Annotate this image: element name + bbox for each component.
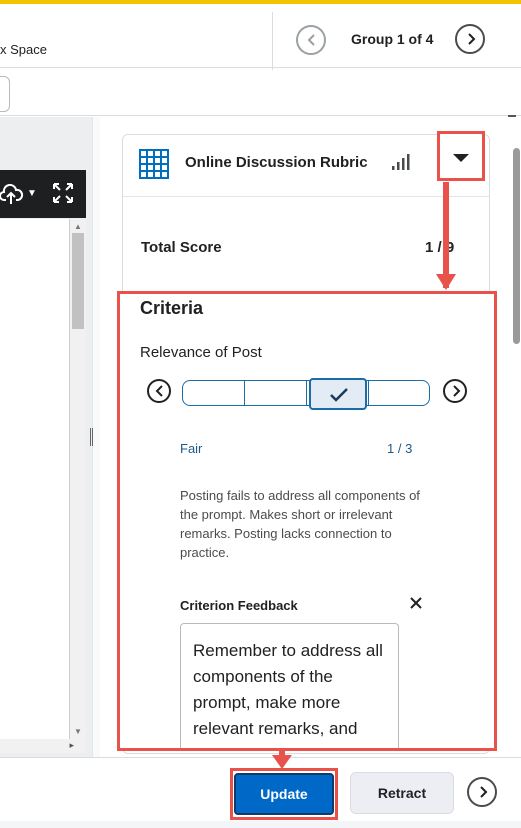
pane-splitter[interactable]: [92, 117, 100, 757]
header-bar: x Space Group 1 of 4: [0, 4, 521, 70]
viewer-vertical-scrollbar[interactable]: ▲ ▼: [70, 219, 86, 739]
breadcrumb[interactable]: x Space: [0, 42, 47, 57]
callout-arrow-head: [436, 274, 456, 290]
sub-toolbar: [0, 68, 521, 116]
group-label: Group 1 of 4: [351, 31, 434, 47]
caret-down-icon[interactable]: ▼: [27, 188, 37, 199]
criterion-feedback-input[interactable]: Remember to address all components of th…: [180, 623, 399, 748]
callout-arrow-shaft: [443, 182, 449, 288]
header-divider: [272, 12, 273, 70]
partial-control[interactable]: [0, 76, 10, 112]
chevron-left-icon: [155, 385, 163, 397]
update-button[interactable]: Update: [234, 773, 334, 815]
next-student-button[interactable]: [467, 777, 497, 807]
viewer-horizontal-scrollbar[interactable]: ▸: [0, 739, 86, 753]
splitter-grip-icon[interactable]: [90, 428, 93, 446]
level-description: Posting fails to address all components …: [180, 488, 420, 560]
checkmark-icon: [330, 388, 348, 402]
chevron-right-icon: [453, 385, 461, 397]
evaluation-screen: { "header": { "breadcrumb": "x Space", "…: [0, 0, 521, 828]
rubric-title: Online Discussion Rubric: [185, 154, 368, 171]
rubric-expand-toggle[interactable]: [437, 131, 485, 181]
total-score-label: Total Score: [141, 239, 222, 256]
chevron-left-icon: [307, 34, 315, 46]
previous-group-button[interactable]: [296, 25, 326, 55]
criterion-name: Relevance of Post: [140, 344, 262, 361]
criterion-feedback-label: Criterion Feedback: [180, 598, 298, 613]
signal-bars-icon: [392, 154, 410, 170]
close-icon[interactable]: [409, 596, 423, 610]
level-separator: [368, 381, 369, 405]
level-separator: [306, 381, 307, 405]
expand-icon[interactable]: [51, 181, 75, 205]
rubric-header[interactable]: Online Discussion Rubric: [123, 131, 489, 197]
selected-level[interactable]: [309, 378, 367, 410]
panel-scrollbar-thumb[interactable]: [513, 148, 520, 344]
retract-button[interactable]: Retract: [350, 772, 454, 814]
next-group-button[interactable]: [455, 24, 485, 54]
chevron-right-icon: [468, 33, 476, 45]
total-score-value: 1 / 9: [425, 239, 455, 256]
panel-scroll-marker: [508, 115, 516, 117]
callout-arrow-head: [272, 755, 292, 769]
level-selector: [182, 378, 430, 410]
bottom-strip: [0, 821, 521, 828]
level-score: 1 / 3: [387, 441, 413, 456]
scroll-up-icon[interactable]: ▲: [74, 222, 82, 231]
grid-icon: [139, 149, 169, 179]
viewer-toolbar: ▼: [0, 170, 86, 218]
scroll-right-icon[interactable]: ▸: [69, 740, 74, 751]
scrollbar-thumb[interactable]: [72, 233, 84, 329]
caret-down-icon: [453, 154, 469, 162]
criteria-heading: Criteria: [140, 298, 204, 318]
chevron-right-icon: [480, 786, 488, 798]
next-level-button[interactable]: [443, 379, 467, 403]
previous-level-button[interactable]: [147, 379, 171, 403]
cloud-upload-icon[interactable]: [0, 184, 24, 206]
scroll-down-icon[interactable]: ▼: [74, 727, 82, 736]
level-name: Fair: [180, 441, 203, 456]
level-separator: [244, 381, 245, 405]
document-page: [0, 219, 70, 739]
criteria-section: Criteria Relevance of Post Fair 1 / 3 Po…: [117, 291, 497, 751]
